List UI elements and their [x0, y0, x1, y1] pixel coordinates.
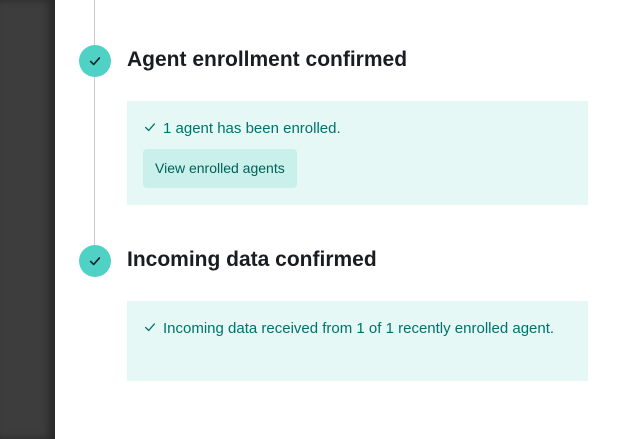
callout-message: Incoming data received from 1 of 1 recen…: [143, 317, 572, 341]
callout-message-text: 1 agent has been enrolled.: [163, 120, 341, 137]
check-icon: [89, 57, 101, 66]
step-complete-indicator: [79, 245, 111, 277]
callout-agent-enrollment: 1 agent has been enrolled. View enrolled…: [127, 101, 588, 205]
steps-timeline-line: [94, 0, 95, 248]
step-title-incoming-data: Incoming data confirmed: [127, 248, 377, 271]
check-icon: [89, 257, 101, 266]
flyout-root: Agent enrollment confirmed 1 agent has b…: [0, 0, 617, 439]
view-enrolled-agents-button[interactable]: View enrolled agents: [143, 149, 297, 188]
flyout-panel: Agent enrollment confirmed 1 agent has b…: [55, 0, 617, 439]
step-complete-indicator: [79, 45, 111, 77]
callout-incoming-data: Incoming data received from 1 of 1 recen…: [127, 301, 588, 381]
callout-message: 1 agent has been enrolled.: [143, 117, 572, 141]
check-icon: [144, 123, 156, 132]
callout-message-text: Incoming data received from 1 of 1 recen…: [163, 320, 555, 337]
check-icon: [144, 323, 156, 332]
step-title-agent-enrollment: Agent enrollment confirmed: [127, 48, 408, 71]
page-overlay-mask[interactable]: [0, 0, 55, 439]
